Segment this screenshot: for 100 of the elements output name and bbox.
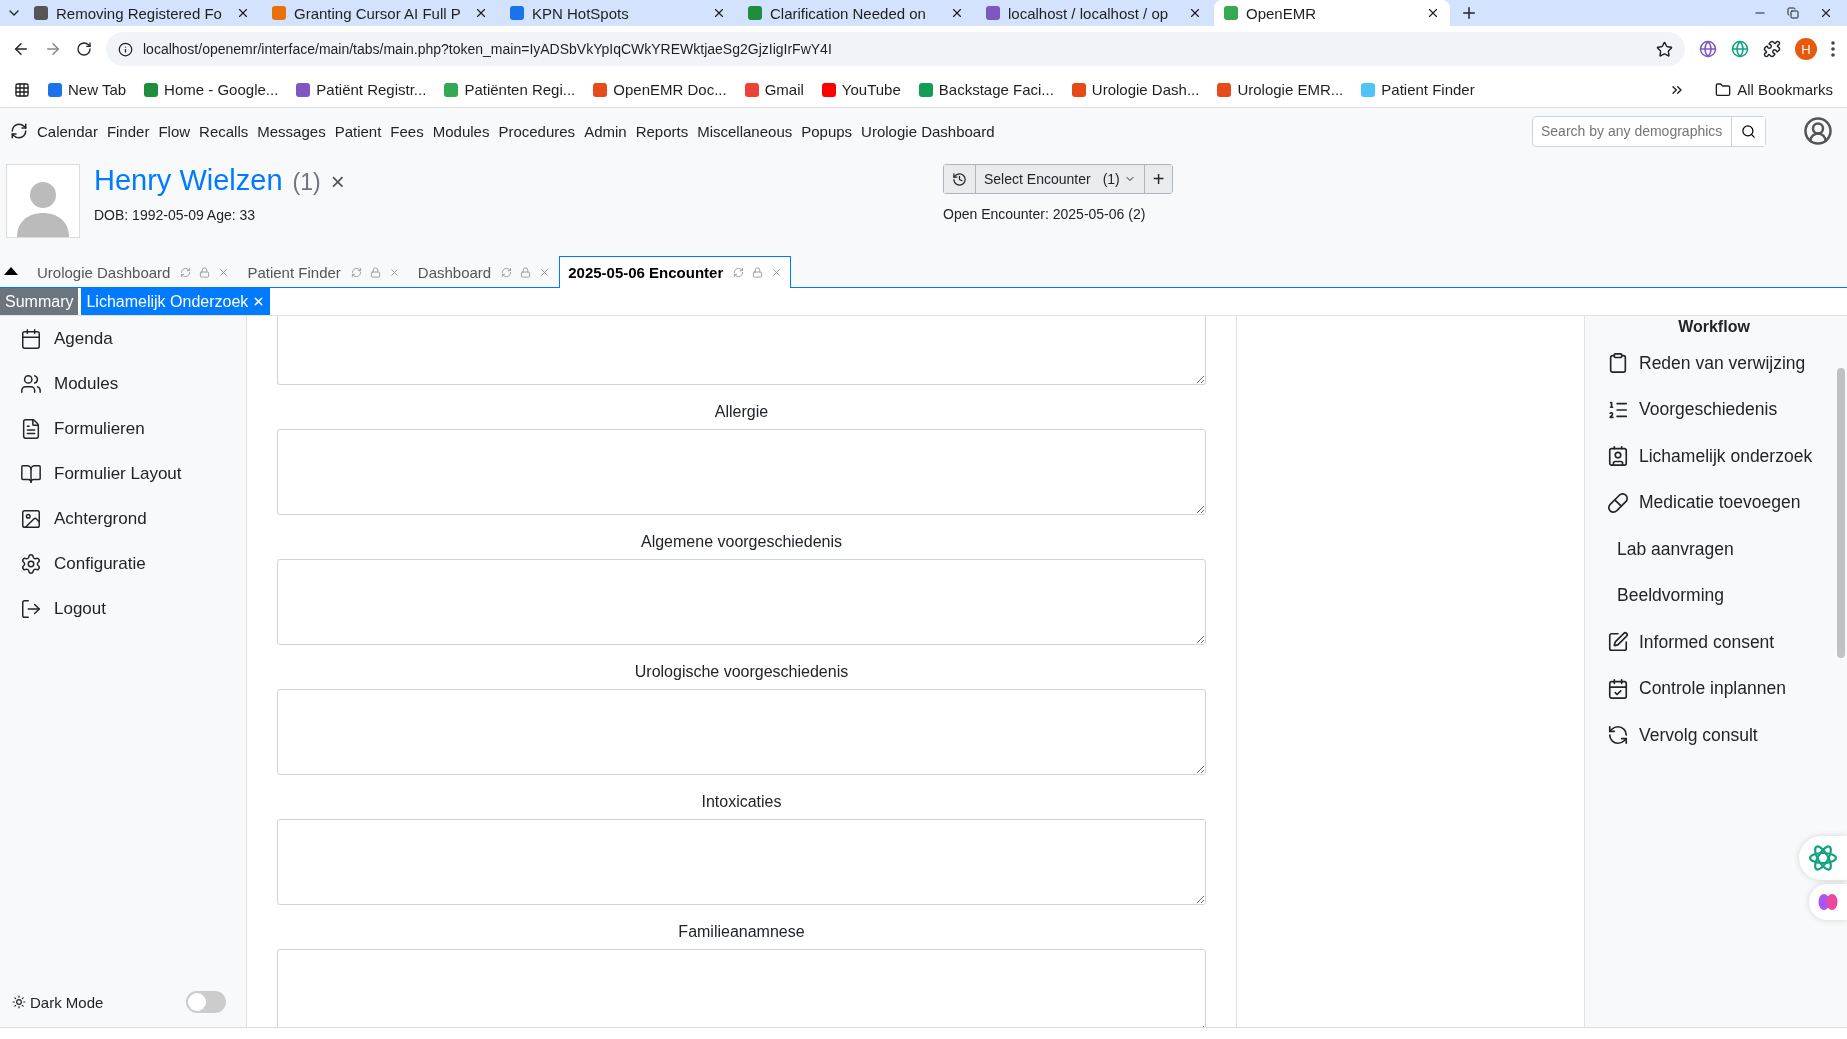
bookmark[interactable]: Patiënt Registr... bbox=[296, 81, 427, 98]
search-button[interactable] bbox=[1731, 116, 1765, 146]
text-area[interactable] bbox=[277, 316, 1206, 385]
workflow-item[interactable]: Controle inplannen bbox=[1607, 665, 1835, 712]
workflow-title: Workflow bbox=[1677, 318, 1751, 337]
new-tab-icon bbox=[1460, 4, 1478, 22]
dark-mode-toggle[interactable] bbox=[186, 991, 226, 1013]
menu-item[interactable]: Finder bbox=[106, 122, 150, 140]
sidebar-item[interactable]: Logout bbox=[20, 586, 226, 631]
favicon-icon bbox=[272, 6, 286, 20]
sub-tab[interactable]: Lichamelijk Onderzoek bbox=[81, 288, 271, 315]
close-icon bbox=[1819, 6, 1833, 20]
search-field[interactable]: Search by any demographics bbox=[1532, 115, 1766, 147]
menu-item[interactable]: Admin bbox=[584, 122, 627, 140]
sun-icon bbox=[12, 995, 26, 1009]
menu-item[interactable]: Patient bbox=[334, 122, 382, 140]
menu-item[interactable]: Reports bbox=[635, 122, 689, 140]
sidebar-item[interactable]: Formulier Layout bbox=[20, 451, 226, 496]
browser-tab[interactable]: localhost / localhost / op bbox=[976, 0, 1212, 26]
patient-dob: DOB: 1992-05-09 Age: 33 bbox=[94, 207, 257, 223]
logo-icon bbox=[10, 122, 28, 140]
more-icon[interactable] bbox=[1831, 41, 1835, 57]
menu-item[interactable]: Flow bbox=[158, 122, 191, 140]
text-area[interactable] bbox=[277, 819, 1206, 905]
bookmark[interactable]: YouTube bbox=[821, 81, 901, 98]
text-area[interactable] bbox=[277, 949, 1206, 1027]
tab[interactable]: Dashboard bbox=[408, 256, 560, 288]
field-label: Urologische voorgeschiedenis bbox=[634, 662, 849, 682]
close-patient[interactable]: × bbox=[330, 168, 345, 196]
close-icon bbox=[1426, 6, 1440, 20]
refresh-icon bbox=[180, 267, 192, 278]
sidebar-item[interactable]: Configuratie bbox=[20, 541, 226, 586]
apps-icon bbox=[14, 81, 30, 98]
open-encounter: Open Encounter: 2025-05-06 (2) bbox=[943, 206, 1147, 222]
bookmark[interactable]: Patiënten Regi... bbox=[444, 81, 576, 98]
browser-tab[interactable]: Removing Registered Fo bbox=[24, 0, 260, 26]
patient-name[interactable]: Henry Wielzen bbox=[94, 164, 283, 197]
workflow-item[interactable]: Voorgeschiedenis bbox=[1607, 386, 1835, 433]
menu-item[interactable]: Urologie Dashboard bbox=[861, 122, 995, 140]
bookmark[interactable]: OpenEMR Doc... bbox=[593, 81, 727, 98]
workflow-item[interactable]: Vervolg consult bbox=[1607, 712, 1835, 759]
text-area[interactable] bbox=[277, 429, 1206, 515]
sidebar-item[interactable]: Formulieren bbox=[20, 406, 226, 451]
workflow-item[interactable]: Reden van verwijzing bbox=[1607, 340, 1835, 387]
browser-tab[interactable]: Granting Cursor AI Full P bbox=[262, 0, 498, 26]
tab-title: KPN HotSpots bbox=[532, 4, 630, 22]
bookmark[interactable]: Urologie Dash... bbox=[1071, 81, 1200, 98]
menu-item[interactable]: Calendar bbox=[37, 122, 98, 140]
close-icon bbox=[712, 6, 726, 20]
tab-title: Removing Registered Fo bbox=[56, 4, 223, 22]
menu-item[interactable]: Fees bbox=[390, 122, 424, 140]
profile-avatar[interactable]: H bbox=[1795, 38, 1817, 60]
text-area[interactable] bbox=[277, 559, 1206, 645]
browser-tab[interactable]: KPN HotSpots bbox=[500, 0, 736, 26]
menu-item[interactable]: Messages bbox=[257, 122, 326, 140]
sidebar-item[interactable]: Agenda bbox=[20, 316, 226, 361]
browser-tab[interactable]: Clarification Needed on bbox=[738, 0, 974, 26]
menu-item[interactable]: Miscellaneous bbox=[697, 122, 793, 140]
favicon-icon bbox=[986, 6, 1000, 20]
bookmark[interactable]: Gmail bbox=[744, 81, 804, 98]
sidebar-item[interactable]: Modules bbox=[20, 361, 226, 406]
browser-tab[interactable]: OpenEMR bbox=[1214, 0, 1450, 26]
menu-item[interactable]: Modules bbox=[432, 122, 490, 140]
workflow-item[interactable]: Medicatie toevoegen bbox=[1607, 479, 1835, 526]
bookmark[interactable]: Backstage Faci... bbox=[918, 81, 1054, 98]
text-area[interactable] bbox=[277, 689, 1206, 775]
sub-tab[interactable]: Summary bbox=[0, 288, 79, 315]
address-bar[interactable]: localhost/openemr/interface/main/tabs/main.php?token_main=IyADSbVkYpIqCWkYREWktjaeSg2GjzIigIrFwY4I bbox=[106, 32, 1685, 66]
workflow-item[interactable]: Lab aanvragen bbox=[1607, 526, 1835, 573]
bookmark[interactable]: Home - Google... bbox=[144, 81, 279, 98]
settings-icon bbox=[20, 552, 42, 575]
menu-item[interactable]: Recalls bbox=[199, 122, 249, 140]
menu-item[interactable]: Procedures bbox=[498, 122, 576, 140]
assistant-button[interactable] bbox=[1799, 836, 1847, 880]
workflow-item[interactable]: Beeldvorming bbox=[1607, 572, 1835, 619]
book-icon bbox=[20, 462, 42, 485]
tab[interactable]: 2025-05-06 Encounter bbox=[559, 256, 792, 288]
bookmark[interactable]: New Tab bbox=[48, 81, 127, 98]
lock-icon bbox=[369, 267, 381, 278]
close-icon bbox=[950, 6, 964, 20]
back-icon bbox=[12, 40, 30, 58]
bookmark-star-icon bbox=[1656, 40, 1673, 58]
history-icon bbox=[952, 171, 967, 187]
sidebar-item[interactable]: Achtergrond bbox=[20, 496, 226, 541]
info-icon bbox=[118, 41, 133, 57]
menu-item[interactable]: Popups bbox=[801, 122, 853, 140]
all-bookmarks[interactable]: All Bookmarks bbox=[1715, 81, 1833, 98]
history-button[interactable] bbox=[944, 165, 976, 193]
tab[interactable]: Patient Finder bbox=[238, 256, 409, 288]
calendar-check-icon bbox=[1607, 677, 1629, 700]
bookmark[interactable]: Urologie EMR... bbox=[1217, 81, 1344, 98]
close-icon bbox=[236, 6, 250, 20]
restore-icon bbox=[1787, 7, 1799, 19]
workflow-item[interactable]: Informed consent bbox=[1607, 619, 1835, 666]
bookmark[interactable]: Patient Finder bbox=[1361, 81, 1475, 98]
user-icon bbox=[1803, 116, 1833, 146]
brain-button[interactable] bbox=[1809, 884, 1847, 920]
tab[interactable]: Urologie Dashboard bbox=[28, 256, 239, 288]
close-icon bbox=[771, 267, 783, 278]
workflow-item[interactable]: Lichamelijk onderzoek bbox=[1607, 433, 1835, 480]
